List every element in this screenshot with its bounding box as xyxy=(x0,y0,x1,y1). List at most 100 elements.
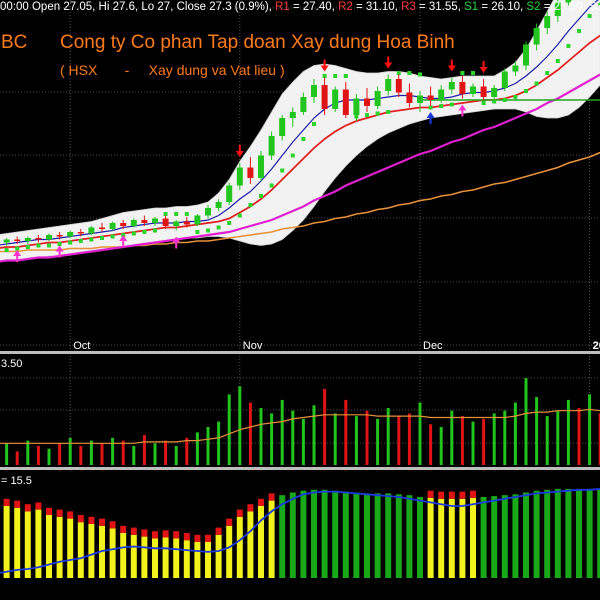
volume-bar xyxy=(100,443,104,465)
volume-bar xyxy=(524,378,528,465)
strength-bar xyxy=(3,506,10,578)
volume-bar xyxy=(15,451,19,465)
sar-dot xyxy=(365,113,369,117)
volume-bar xyxy=(185,437,189,465)
candle-body xyxy=(533,28,540,45)
strength-bar xyxy=(130,534,137,578)
strength-bar xyxy=(395,494,402,578)
strength-bar-top xyxy=(141,529,148,537)
strength-bar xyxy=(491,496,498,578)
candle-body xyxy=(215,202,222,208)
sar-dot xyxy=(322,74,327,78)
volume-bar xyxy=(323,389,327,465)
candle-body xyxy=(459,82,466,94)
candle-body xyxy=(364,98,370,106)
candle xyxy=(501,68,508,91)
volume-bar xyxy=(58,443,62,465)
volume-bar xyxy=(312,405,316,465)
candle-body xyxy=(24,238,31,241)
candle-body xyxy=(226,185,233,202)
sar-dot xyxy=(545,71,550,75)
sar-dot xyxy=(131,231,136,236)
sar-dot xyxy=(407,71,412,75)
sar-dot xyxy=(555,59,560,63)
pivot-r2-label: R2 xyxy=(334,1,353,13)
strength-bar-top xyxy=(470,490,476,498)
sar-dot xyxy=(439,104,444,108)
strength-bar-top xyxy=(427,490,434,498)
strength-bar xyxy=(533,490,540,578)
strength-bar xyxy=(448,498,455,578)
volume-bar xyxy=(482,418,486,465)
sar-dot xyxy=(216,225,221,230)
candle-body xyxy=(46,235,52,240)
volume-bar xyxy=(439,427,443,465)
pivot-r1-value: = 27.40, xyxy=(289,1,335,13)
volume-bar xyxy=(450,410,454,465)
volume-bar xyxy=(460,416,464,465)
strength-bar xyxy=(554,488,561,578)
volume-bar xyxy=(121,440,125,465)
candle-body xyxy=(427,95,434,100)
strength-bar xyxy=(374,493,381,578)
volume-pane: 3.50 xyxy=(0,356,600,465)
strength-bar xyxy=(480,497,487,578)
strength-bar xyxy=(109,528,116,578)
strength-bar-top xyxy=(152,531,158,539)
sar-dot xyxy=(460,71,465,75)
volume-bar xyxy=(5,443,9,465)
strength-bar xyxy=(67,518,74,578)
strength-bar-top xyxy=(173,531,180,539)
close-value: 27.3 xyxy=(209,1,232,13)
sar-dot xyxy=(587,14,592,18)
strength-bar xyxy=(438,498,445,578)
volume-bar xyxy=(79,446,83,465)
pivot-r3-value: = 31.55, xyxy=(415,1,461,13)
sar-dot xyxy=(25,245,30,249)
candle-body xyxy=(56,235,63,237)
candle xyxy=(258,151,264,181)
candle-body xyxy=(268,136,275,156)
volume-bar xyxy=(132,446,136,465)
candle-body xyxy=(173,221,180,226)
exchange-sector: ( HSX - Xay dung va Vat lieu ) xyxy=(60,62,285,78)
strength-bar xyxy=(279,495,286,578)
strength-bar-top xyxy=(247,504,254,512)
strength-bar xyxy=(321,489,328,578)
sar-dot xyxy=(566,44,571,48)
candle xyxy=(226,182,233,205)
candle-body xyxy=(205,208,211,216)
sar-dot xyxy=(174,212,179,216)
sar-dot xyxy=(110,234,115,239)
strength-bar xyxy=(385,493,392,578)
volume-bar xyxy=(47,448,51,465)
sar-dot xyxy=(343,74,348,78)
strength-bar xyxy=(300,490,307,578)
strength-bar-top xyxy=(448,491,455,499)
candle-body xyxy=(385,79,392,91)
candle-body xyxy=(35,238,42,240)
strength-bar xyxy=(512,494,519,578)
sar-dot xyxy=(290,153,295,158)
sar-dot xyxy=(577,29,581,33)
candle-body xyxy=(99,227,105,229)
lo-label: Lo xyxy=(141,1,155,13)
strength-bar xyxy=(353,492,360,578)
sar-dot xyxy=(312,122,316,126)
sar-dot xyxy=(153,228,157,233)
strength-bar xyxy=(289,492,296,578)
volume-bar xyxy=(418,402,422,465)
candle-body xyxy=(470,86,476,94)
strength-bar xyxy=(311,489,317,578)
strength-bar-top xyxy=(46,507,52,515)
strength-bar xyxy=(77,522,84,578)
strength-bar xyxy=(501,495,508,578)
strength-bar xyxy=(417,497,423,578)
sar-dot xyxy=(259,194,263,198)
strength-bar xyxy=(332,490,339,578)
strength-bar-top xyxy=(77,515,84,523)
candle-body xyxy=(258,155,264,178)
volume-bar xyxy=(407,413,411,465)
strength-bar-top xyxy=(24,504,31,512)
candle-body xyxy=(523,44,529,66)
